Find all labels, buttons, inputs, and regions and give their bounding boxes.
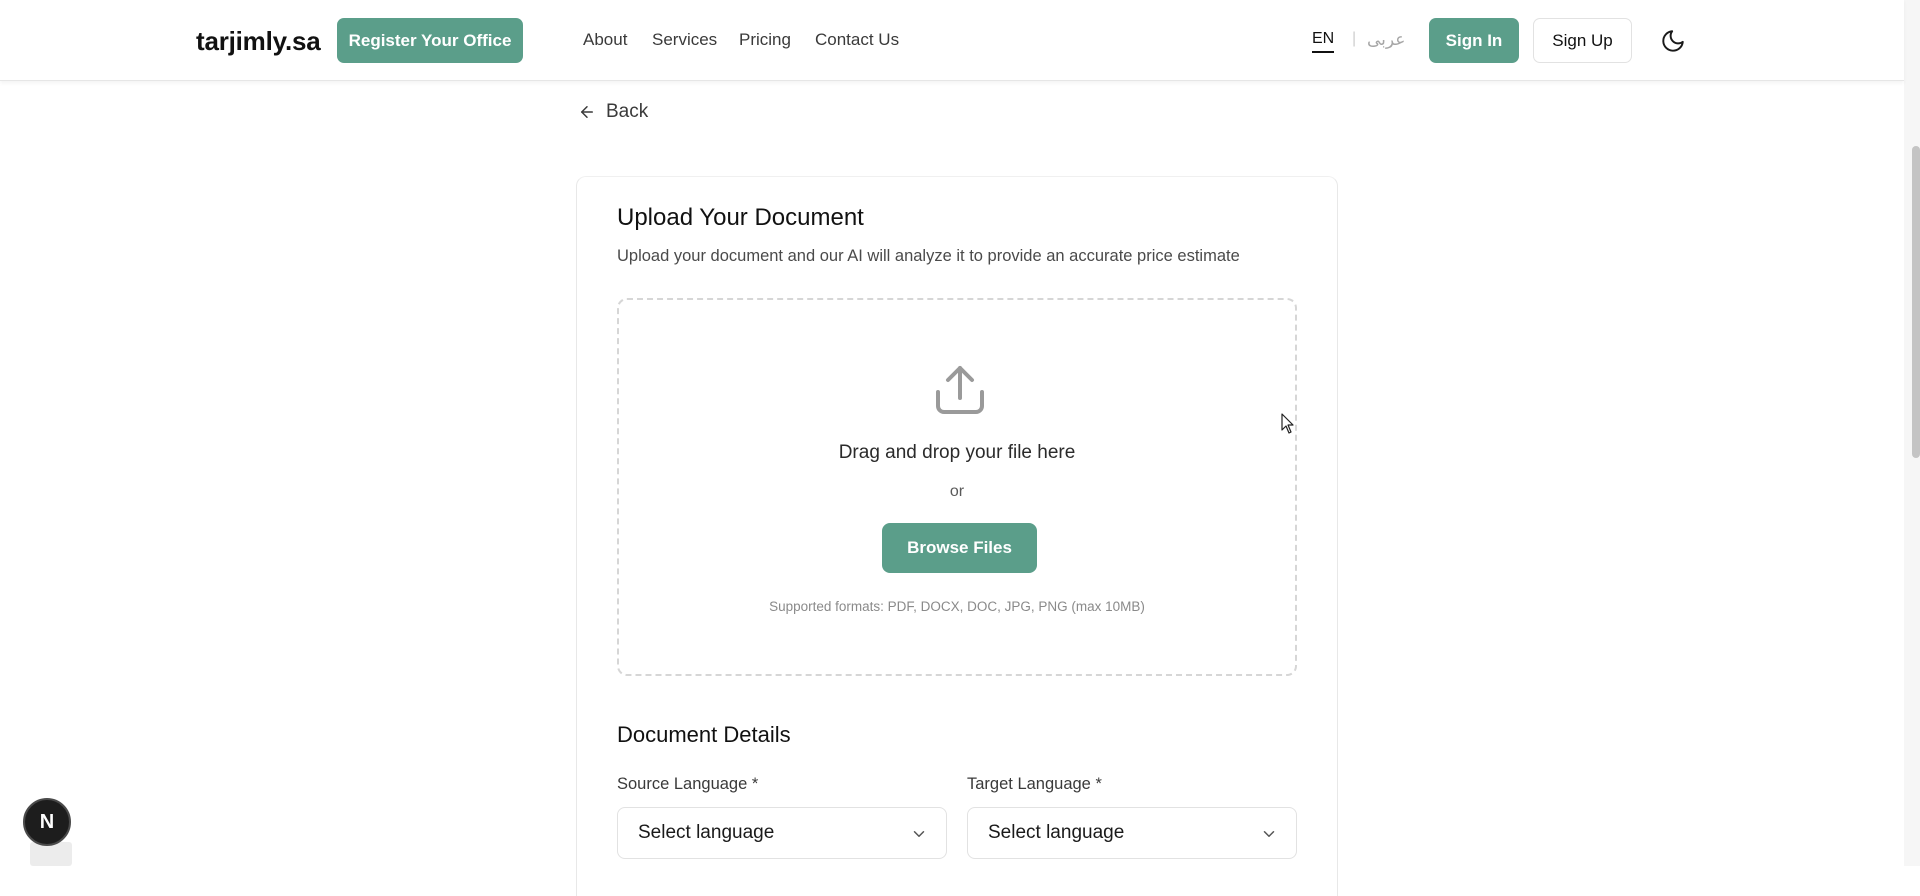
top-navbar: tarjimly.sa Register Your Office About S… bbox=[0, 0, 1904, 81]
site-logo[interactable]: tarjimly.sa bbox=[196, 26, 321, 57]
moon-icon[interactable] bbox=[1660, 28, 1686, 54]
register-office-button[interactable]: Register Your Office bbox=[337, 18, 523, 63]
target-language-value: Select language bbox=[988, 822, 1125, 843]
language-english[interactable]: EN bbox=[1312, 30, 1335, 53]
nav-link-pricing[interactable]: Pricing bbox=[739, 30, 791, 50]
drop-instructions: Drag and drop your file here bbox=[838, 442, 1076, 463]
drop-or-text: or bbox=[949, 483, 965, 500]
upload-subtitle: Upload your document and our AI will ana… bbox=[617, 247, 1240, 265]
file-dropzone[interactable]: Drag and drop your file here or Browse F… bbox=[617, 298, 1297, 676]
document-details-heading: Document Details bbox=[617, 722, 791, 747]
chevron-down-icon bbox=[1260, 825, 1278, 843]
upload-card: Upload Your Document Upload your documen… bbox=[576, 176, 1338, 896]
language-arabic[interactable]: عربى bbox=[1367, 30, 1405, 50]
browse-files-button[interactable]: Browse Files bbox=[882, 523, 1037, 573]
nav-link-services[interactable]: Services bbox=[652, 30, 717, 50]
source-language-value: Select language bbox=[638, 822, 775, 843]
nav-link-about[interactable]: About bbox=[583, 30, 627, 50]
supported-formats-note: Supported formats: PDF, DOCX, DOC, JPG, … bbox=[769, 599, 1145, 614]
target-language-select[interactable]: Select language bbox=[967, 807, 1297, 859]
arrow-left-icon bbox=[578, 103, 596, 121]
nextjs-dev-badge[interactable]: N bbox=[23, 798, 71, 846]
chevron-down-icon bbox=[910, 825, 928, 843]
back-label: Back bbox=[606, 101, 649, 122]
mouse-cursor-icon bbox=[1281, 413, 1295, 435]
upload-icon bbox=[932, 362, 988, 418]
upload-title: Upload Your Document bbox=[617, 204, 864, 231]
target-language-label: Target Language * bbox=[967, 775, 1102, 793]
sign-up-button[interactable]: Sign Up bbox=[1533, 18, 1632, 63]
sign-in-button[interactable]: Sign In bbox=[1429, 18, 1519, 63]
source-language-select[interactable]: Select language bbox=[617, 807, 947, 859]
nav-link-contact[interactable]: Contact Us bbox=[815, 30, 899, 50]
page-scrollbar-thumb[interactable] bbox=[1912, 146, 1920, 458]
back-link[interactable]: Back bbox=[578, 101, 648, 123]
language-separator: | bbox=[1352, 30, 1357, 47]
source-language-label: Source Language * bbox=[617, 775, 759, 793]
